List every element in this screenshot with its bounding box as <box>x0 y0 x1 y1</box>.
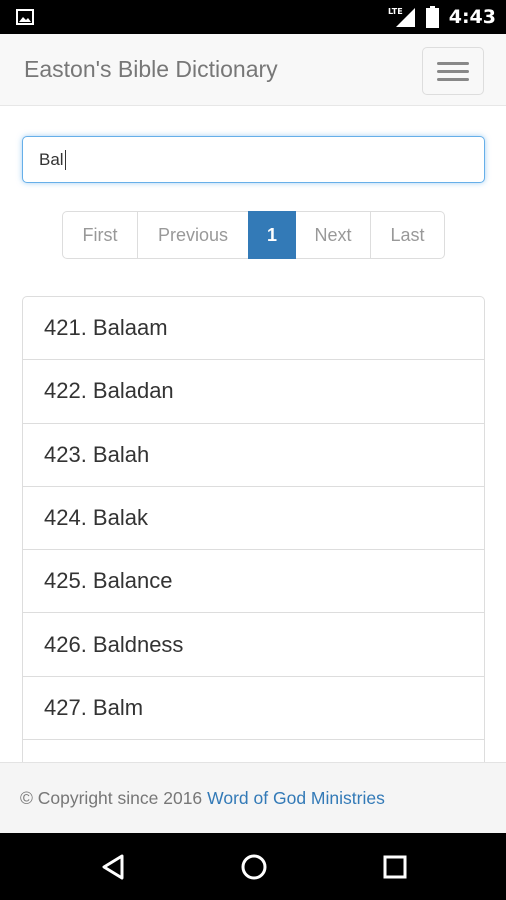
back-icon[interactable] <box>98 852 128 882</box>
list-item[interactable]: 421. Balaam <box>23 297 484 361</box>
lte-signal-icon: LTE <box>388 7 415 27</box>
current-page-button[interactable]: 1 <box>248 211 296 259</box>
list-item[interactable]: 426. Baldness <box>23 613 484 677</box>
pagination: First Previous 1 Next Last <box>62 211 445 259</box>
next-page-button[interactable]: Next <box>295 211 371 259</box>
footer: © Copyright since 2016 Word of God Minis… <box>0 762 506 833</box>
search-input-value: Bal <box>39 149 64 169</box>
entry-list: 421. Balaam 422. Baladan 423. Balah 424.… <box>22 296 485 762</box>
text-caret <box>64 149 66 170</box>
list-item[interactable]: 427. Balm <box>23 677 484 741</box>
last-page-button[interactable]: Last <box>370 211 445 259</box>
list-item[interactable]: 525. Berodach-baladan <box>23 740 484 762</box>
ministries-link[interactable]: Word of God Ministries <box>207 788 385 809</box>
menu-toggle-button[interactable] <box>422 47 484 95</box>
status-bar: LTE 4:43 <box>0 0 506 34</box>
recents-icon[interactable] <box>380 852 410 882</box>
battery-icon <box>425 6 439 28</box>
first-page-button[interactable]: First <box>62 211 138 259</box>
navbar: Easton's Bible Dictionary <box>0 34 506 106</box>
image-notification-icon <box>16 9 34 25</box>
svg-text:LTE: LTE <box>388 7 403 16</box>
status-time: 4:43 <box>448 6 496 28</box>
home-icon[interactable] <box>239 852 269 882</box>
list-item[interactable]: 422. Baladan <box>23 360 484 424</box>
brand-title[interactable]: Easton's Bible Dictionary <box>24 56 278 83</box>
copyright-text: © Copyright since 2016 <box>20 787 203 808</box>
list-item[interactable]: 423. Balah <box>23 424 484 487</box>
list-item[interactable]: 425. Balance <box>23 550 484 614</box>
search-input[interactable]: Bal <box>22 136 485 183</box>
list-item[interactable]: 424. Balak <box>23 487 484 551</box>
system-navigation-bar <box>0 833 506 900</box>
previous-page-button[interactable]: Previous <box>137 211 249 259</box>
